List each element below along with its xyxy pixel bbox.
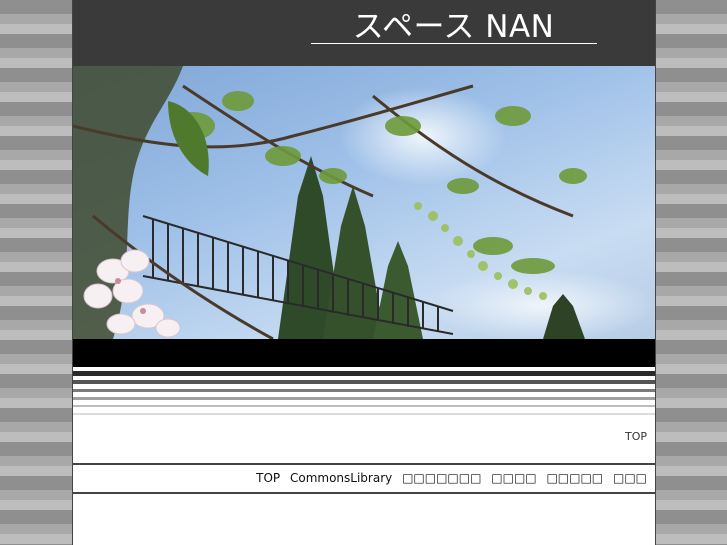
page-container: スペース NAN TOP TOP CommonsLibrary □□□□□□□ … [72,0,656,545]
top-row: TOP [73,419,655,465]
site-title[interactable]: スペース NAN [311,10,596,44]
top-link[interactable]: TOP [625,430,647,443]
navigation-bar: TOP CommonsLibrary □□□□□□□ □□□□ □□□□□ □□… [73,465,655,494]
decorative-stripes [73,367,655,419]
hero-image [73,66,655,339]
nav-item-6[interactable]: □□□ [613,471,647,485]
nav-item-top[interactable]: TOP [256,471,280,485]
site-header: スペース NAN [73,0,655,66]
black-band [73,339,655,367]
nav-item-3[interactable]: □□□□□□□ [402,471,481,485]
nav-item-4[interactable]: □□□□ [491,471,536,485]
title-underline [311,43,597,44]
content-area [73,494,655,545]
nav-item-5[interactable]: □□□□□ [546,471,603,485]
hero-photo-illustration [73,66,587,339]
nav-item-commons-library[interactable]: CommonsLibrary [290,471,392,485]
